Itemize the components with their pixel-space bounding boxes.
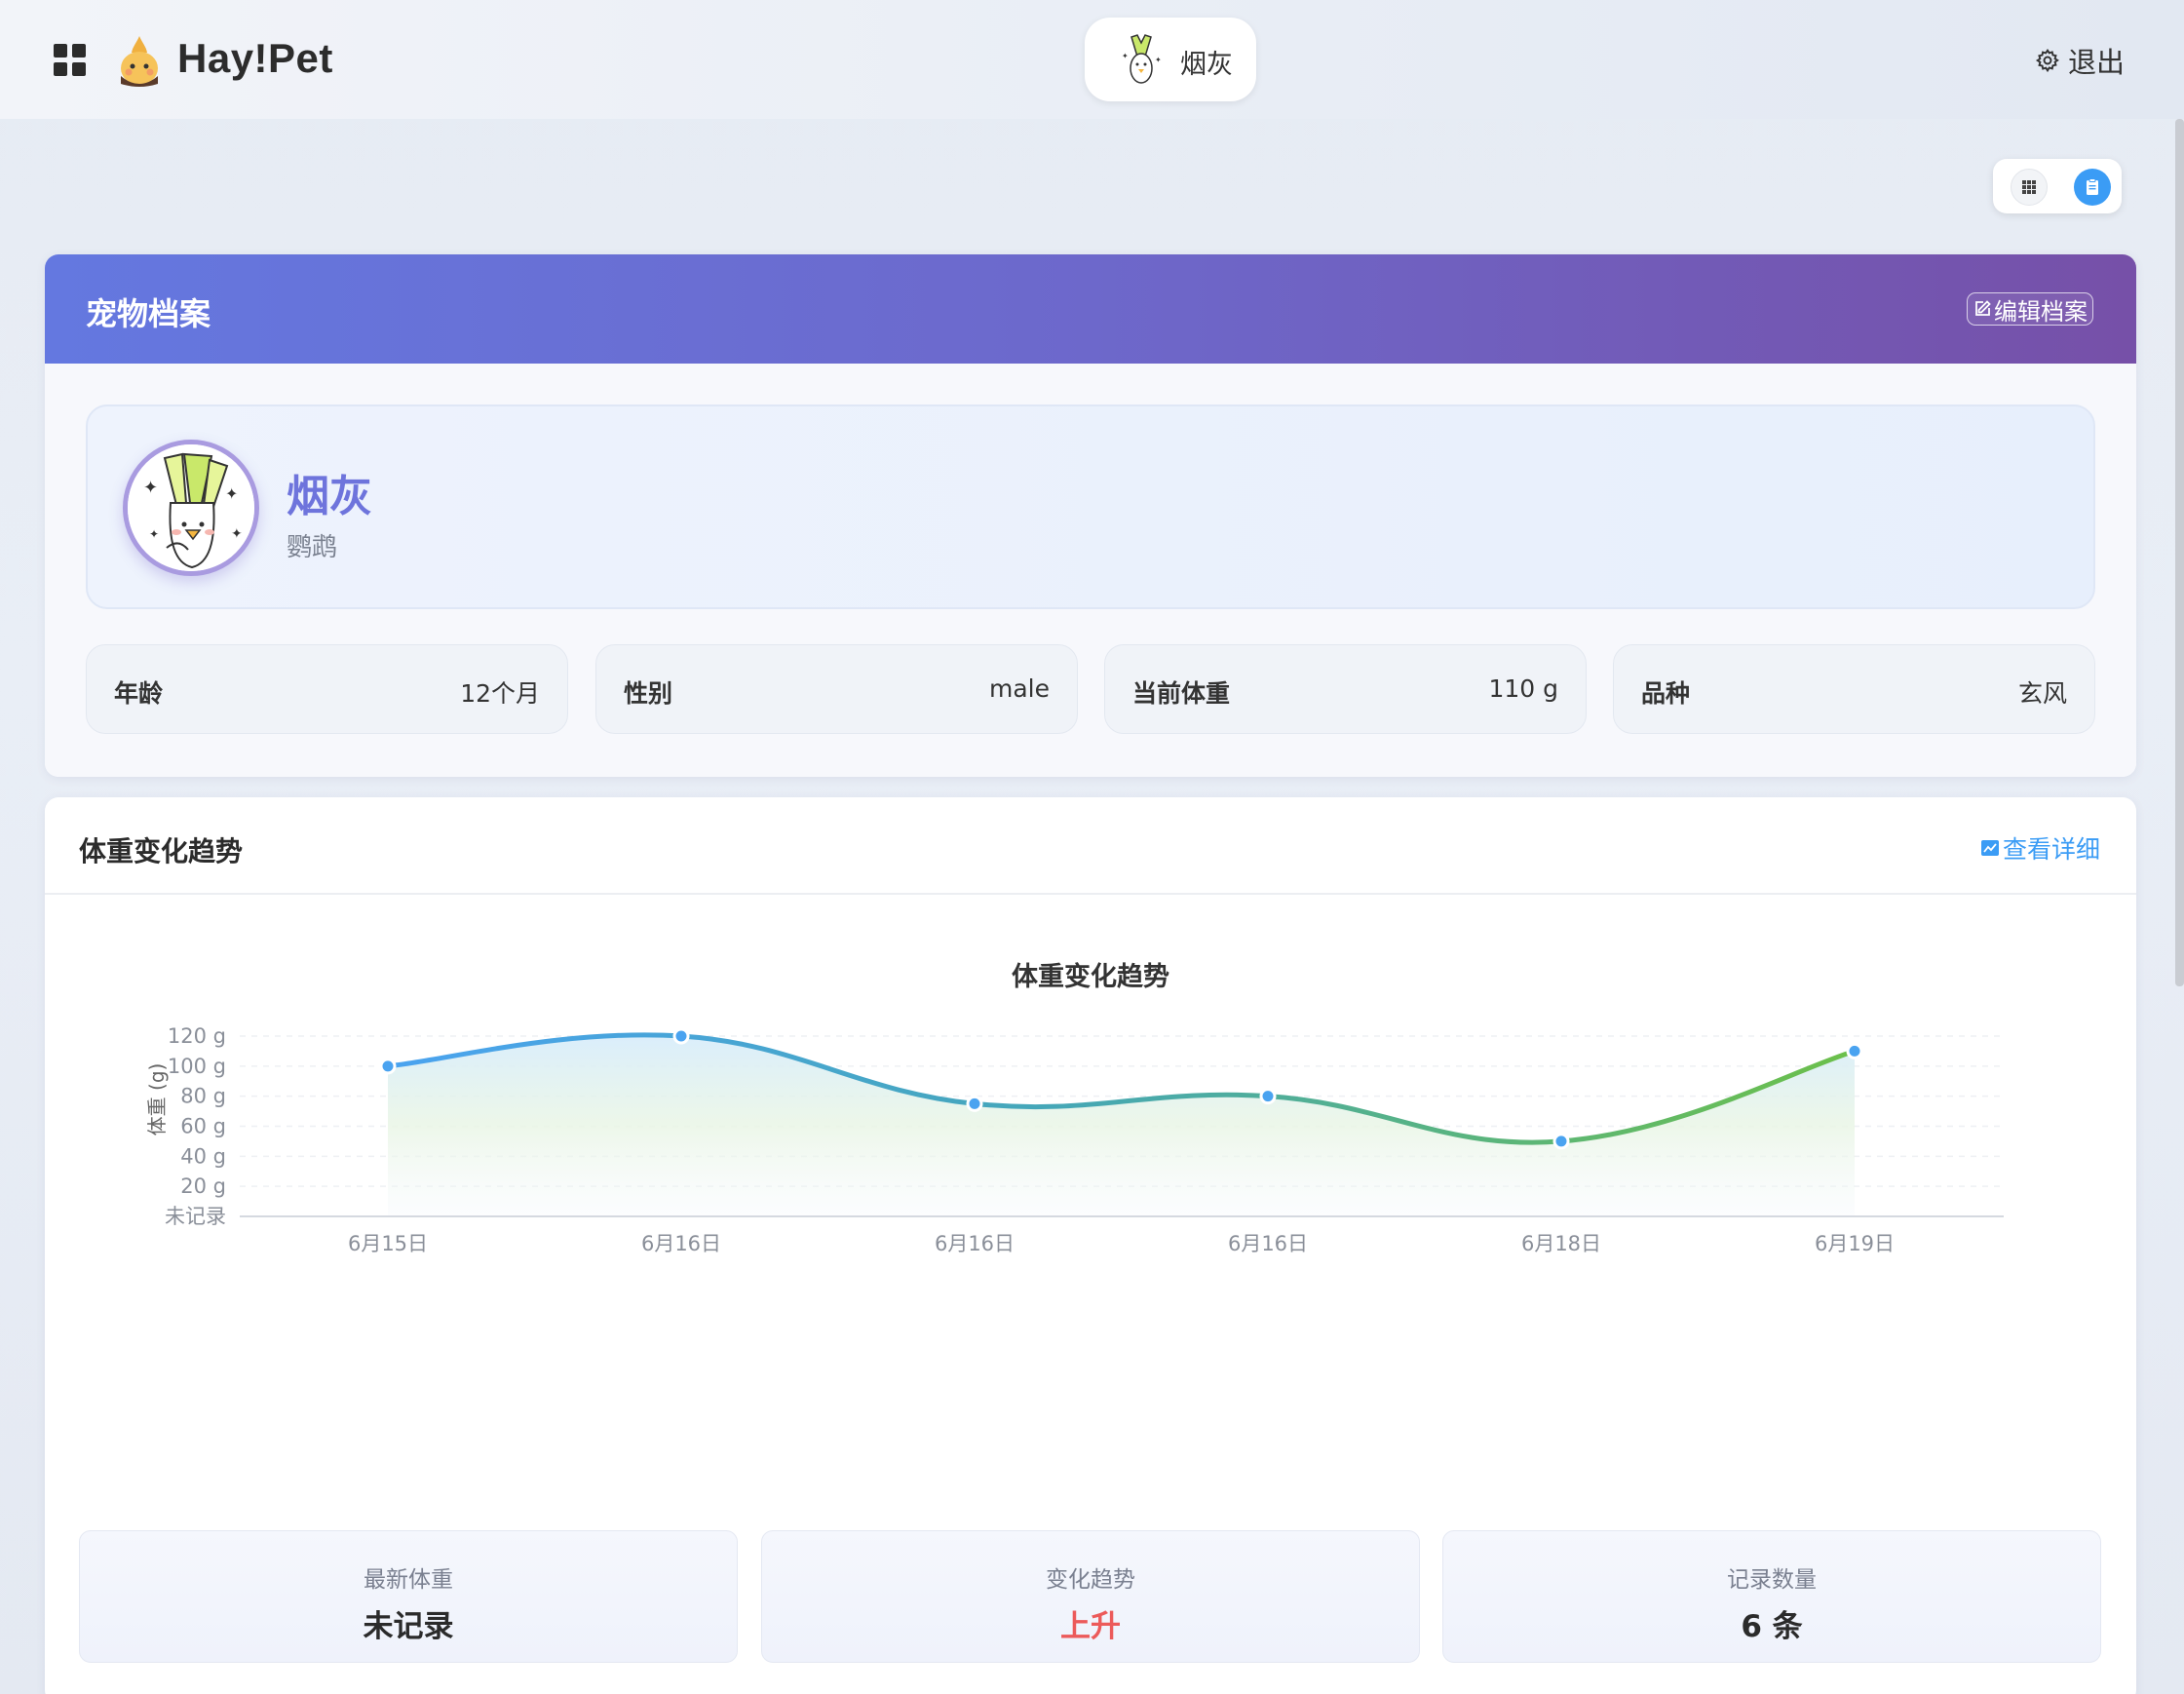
- stat-latest-weight: 最新体重 未记录: [79, 1530, 738, 1663]
- profile-body: ✦ ✦ ✦ ✦ 烟灰 鹦鹉 年龄 12个月 性别 male 当前体重 110 g…: [45, 364, 2136, 777]
- info-age: 年龄 12个月: [86, 644, 568, 734]
- info-value: male: [989, 674, 1050, 703]
- stat-value: 上升: [1060, 1609, 1121, 1644]
- info-key: 当前体重: [1132, 679, 1231, 708]
- x-tick-label: 6月16日: [1228, 1232, 1308, 1255]
- stat-label: 变化趋势: [1046, 1567, 1135, 1593]
- pet-species: 鹦鹉: [287, 533, 338, 562]
- y-tick-label: 80 g: [180, 1085, 226, 1108]
- x-tick-label: 6月16日: [641, 1232, 721, 1255]
- info-key: 品种: [1641, 679, 1691, 708]
- x-tick-label: 6月16日: [935, 1232, 1015, 1255]
- logout-label: 退出: [2068, 46, 2126, 79]
- x-tick-label: 6月15日: [348, 1232, 428, 1255]
- y-tick-label: 未记录: [165, 1205, 226, 1228]
- detail-view-button[interactable]: [2074, 169, 2111, 206]
- chart-icon: [1981, 840, 1999, 856]
- pet-name: 烟灰: [287, 472, 372, 521]
- info-value: 12个月: [460, 679, 540, 708]
- data-point[interactable]: [966, 1095, 983, 1112]
- svg-text:✦: ✦: [149, 527, 159, 541]
- y-tick-label: 60 g: [180, 1115, 226, 1138]
- top-bar: Hay!Pet ✦ ✦ 烟灰 退出: [0, 0, 2184, 119]
- info-key: 年龄: [114, 679, 164, 708]
- x-tick-label: 6月19日: [1815, 1232, 1895, 1255]
- gear-icon: [2035, 48, 2059, 73]
- page-scrollbar[interactable]: [2175, 119, 2184, 986]
- data-point[interactable]: [1552, 1133, 1570, 1150]
- clipboard-icon: [2087, 178, 2098, 195]
- view-toggle: [1993, 159, 2122, 213]
- edit-profile-button[interactable]: 编辑档案: [1967, 292, 2093, 326]
- x-axis-ticks: 6月15日 6月16日 6月16日 6月16日 6月18日 6月19日: [348, 1232, 1895, 1255]
- y-axis-label: 体重 (g): [145, 1063, 169, 1136]
- data-point[interactable]: [379, 1058, 397, 1075]
- weight-chart: 体重变化趋势 未记录 20 g 40 g 60 g 80 g 100 g 120 g 体重 …: [145, 961, 2004, 1255]
- grid-icon: [2022, 180, 2036, 194]
- y-tick-label: 120 g: [168, 1024, 226, 1048]
- bird-logo-icon: [121, 36, 158, 87]
- weight-trend-title: 体重变化趋势: [79, 835, 244, 867]
- info-key: 性别: [624, 679, 673, 708]
- edit-profile-label: 编辑档案: [1994, 297, 2088, 326]
- current-pet-name: 烟灰: [1180, 50, 1233, 80]
- y-tick-label: 40 g: [180, 1144, 226, 1168]
- info-value: 玄风: [2017, 679, 2067, 708]
- view-detail-label: 查看详细: [2003, 835, 2101, 864]
- stat-trend: 变化趋势 上升: [761, 1530, 1420, 1663]
- brand-name[interactable]: Hay!Pet: [177, 35, 333, 82]
- profile-card-header: 宠物档案 编辑档案: [45, 254, 2136, 364]
- pet-identity-banner: ✦ ✦ ✦ ✦ 烟灰 鹦鹉: [86, 404, 2095, 609]
- svg-text:✦: ✦: [143, 478, 158, 498]
- svg-text:✦: ✦: [1122, 52, 1129, 60]
- data-point[interactable]: [1259, 1088, 1277, 1105]
- svg-text:✦: ✦: [231, 526, 243, 542]
- data-point[interactable]: [1846, 1042, 1863, 1059]
- stat-label: 记录数量: [1727, 1567, 1817, 1593]
- y-tick-label: 20 g: [180, 1174, 226, 1198]
- stat-value: 未记录: [363, 1609, 454, 1644]
- y-tick-label: 100 g: [168, 1055, 226, 1078]
- stat-label: 最新体重: [364, 1567, 453, 1593]
- chart-title: 体重变化趋势: [1012, 961, 1169, 992]
- weight-trend-header: 体重变化趋势 查看详细: [45, 797, 2136, 895]
- pet-avatar-mini: ✦ ✦: [1122, 34, 1162, 84]
- grid-menu-icon[interactable]: [54, 44, 87, 77]
- info-breed: 品种 玄风: [1613, 644, 2095, 734]
- stat-record-count: 记录数量 6 条: [1442, 1530, 2101, 1663]
- x-tick-label: 6月18日: [1521, 1232, 1601, 1255]
- svg-text:✦: ✦: [225, 484, 238, 503]
- logout-button[interactable]: 退出: [2035, 43, 2126, 79]
- svg-text:✦: ✦: [1155, 56, 1162, 64]
- current-pet-switcher[interactable]: ✦ ✦ 烟灰: [1085, 18, 1256, 101]
- edit-icon: [1975, 300, 1991, 316]
- profile-title: 宠物档案: [86, 295, 211, 332]
- view-detail-link[interactable]: 查看详细: [1980, 830, 2100, 866]
- y-axis-ticks: 未记录 20 g 40 g 60 g 80 g 100 g 120 g: [165, 1024, 226, 1228]
- leek-bird-avatar-icon: ✦ ✦ ✦ ✦: [128, 444, 254, 571]
- weight-trend-card: 体重变化趋势 查看详细 体重变化趋势 未记录 20 g 40 g 60 g 80 g 10: [45, 797, 2136, 1694]
- info-value: 110 g: [1488, 674, 1558, 703]
- info-gender: 性别 male: [595, 644, 1078, 734]
- pet-profile-card: 宠物档案 编辑档案 ✦ ✦ ✦ ✦ 烟灰 鹦鹉 年龄 12个月 性别 male …: [45, 254, 2136, 777]
- data-point[interactable]: [672, 1027, 690, 1045]
- grid-view-button[interactable]: [2011, 169, 2048, 206]
- pet-avatar[interactable]: ✦ ✦ ✦ ✦: [123, 440, 259, 576]
- info-weight: 当前体重 110 g: [1104, 644, 1587, 734]
- stat-value: 6 条: [1741, 1609, 1803, 1644]
